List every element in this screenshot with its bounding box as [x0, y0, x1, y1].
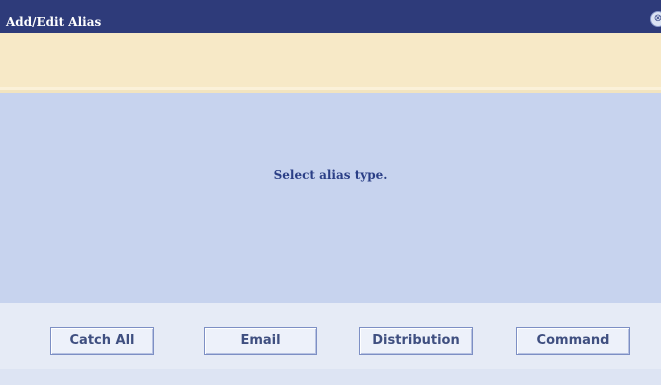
command-button[interactable]: Command [516, 327, 630, 355]
footer-strip [0, 369, 661, 385]
title-bar[interactable]: Add/Edit Alias ⊗ [0, 0, 661, 33]
dialog-title: Add/Edit Alias [6, 15, 102, 29]
email-button[interactable]: Email [204, 327, 317, 355]
message-bar [0, 33, 661, 87]
content-panel: Select alias type. [0, 93, 661, 303]
close-icon[interactable]: ⊗ [650, 11, 661, 27]
add-edit-alias-dialog: Add/Edit Alias ⊗ Select alias type. Catc… [0, 0, 661, 385]
catch-all-button[interactable]: Catch All [50, 327, 154, 355]
distribution-button[interactable]: Distribution [359, 327, 473, 355]
button-bar: Catch All Email Distribution Command [0, 303, 661, 369]
select-alias-type-prompt: Select alias type. [273, 168, 388, 182]
